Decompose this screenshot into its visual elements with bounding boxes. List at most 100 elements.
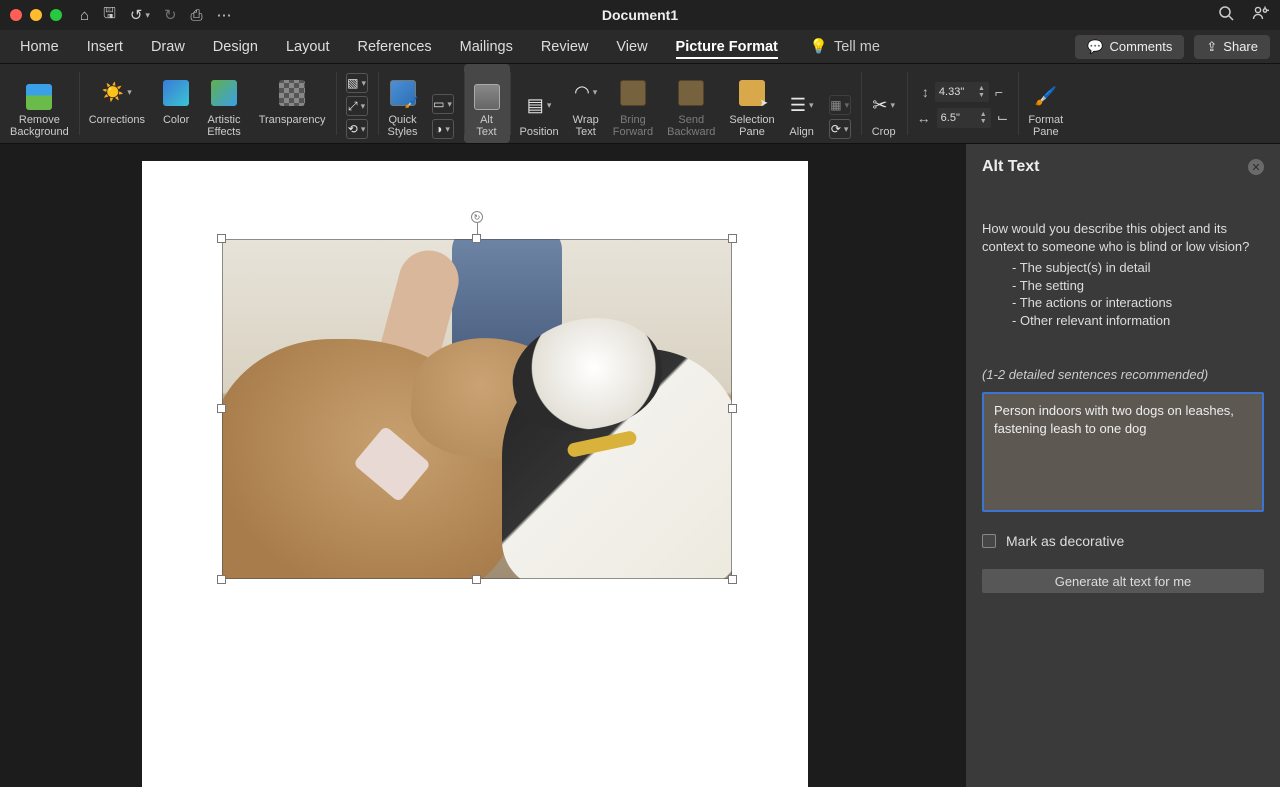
send-backward-button[interactable]: Send Backward bbox=[667, 80, 715, 139]
resize-handle-s[interactable] bbox=[472, 575, 481, 584]
tab-references[interactable]: References bbox=[343, 30, 445, 63]
tab-layout[interactable]: Layout bbox=[272, 30, 344, 63]
adjust-group: ☀️▾Corrections Color Artistic Effects Tr… bbox=[79, 64, 336, 143]
tab-tell-me[interactable]: 💡 Tell me bbox=[796, 30, 894, 63]
zoom-window-icon[interactable] bbox=[50, 9, 62, 21]
color-label: Color bbox=[163, 114, 189, 127]
document-title: Document1 bbox=[602, 7, 678, 23]
crop-label: Crop bbox=[872, 126, 896, 139]
align-button[interactable]: ☰▾Align bbox=[789, 92, 815, 139]
tab-home[interactable]: Home bbox=[6, 30, 73, 63]
selection-pane-button[interactable]: ➤Selection Pane bbox=[729, 80, 774, 139]
resize-handle-n[interactable] bbox=[472, 234, 481, 243]
ribbon-tabs: Home Insert Draw Design Layout Reference… bbox=[0, 30, 1280, 64]
crop-mark-top-icon: ⌐ bbox=[995, 84, 1003, 100]
print-icon[interactable]: ⎙ bbox=[191, 7, 203, 24]
position-button[interactable]: ▤▾Position bbox=[520, 92, 559, 139]
resize-handle-e[interactable] bbox=[728, 404, 737, 413]
bring-forward-button[interactable]: Bring Forward bbox=[613, 80, 653, 139]
bring-forward-label: Bring Forward bbox=[613, 114, 653, 139]
page: ↻ bbox=[142, 161, 808, 787]
comments-label: Comments bbox=[1110, 39, 1173, 54]
generate-alt-text-button[interactable]: Generate alt text for me bbox=[982, 569, 1264, 593]
minimize-window-icon[interactable] bbox=[30, 9, 42, 21]
picture-tools-group: ▧▾ ⤢▾ ⟲▾ bbox=[336, 64, 378, 143]
selected-picture[interactable]: ↻ bbox=[222, 239, 732, 579]
transparency-button[interactable]: Transparency bbox=[259, 80, 326, 139]
reset-picture-icon[interactable]: ⟲▾ bbox=[346, 119, 368, 139]
search-icon[interactable] bbox=[1218, 5, 1234, 26]
size-group: ↕ 4.33"▲▼ ⌐ ↔ 6.5"▲▼ ⌙ bbox=[907, 64, 1019, 143]
remove-bg-label: Remove Background bbox=[10, 114, 69, 139]
alt-text-button[interactable]: Alt Text bbox=[464, 64, 510, 143]
prompt-bullet: Other relevant information bbox=[1012, 312, 1264, 330]
rotate-icon[interactable]: ⟳▾ bbox=[829, 119, 851, 139]
resize-handle-w[interactable] bbox=[217, 404, 226, 413]
crop-group: ✂▾Crop bbox=[861, 64, 907, 143]
selection-outline bbox=[222, 239, 732, 579]
decorative-label: Mark as decorative bbox=[1006, 533, 1124, 549]
redo-icon[interactable]: ↻ bbox=[164, 6, 177, 24]
tab-mailings[interactable]: Mailings bbox=[446, 30, 527, 63]
transparency-label: Transparency bbox=[259, 114, 326, 127]
close-pane-icon[interactable]: ✕ bbox=[1248, 159, 1264, 175]
alt-text-input[interactable] bbox=[982, 392, 1264, 512]
more-icon[interactable]: ⋯ bbox=[217, 6, 232, 24]
close-window-icon[interactable] bbox=[10, 9, 22, 21]
crop-mark-bottom-icon: ⌙ bbox=[997, 109, 1009, 126]
resize-handle-nw[interactable] bbox=[217, 234, 226, 243]
change-picture-icon[interactable]: ⤢▾ bbox=[346, 96, 368, 116]
resize-handle-se[interactable] bbox=[728, 575, 737, 584]
prompt-bullet: The subject(s) in detail bbox=[1012, 259, 1264, 277]
quick-styles-label: Quick Styles bbox=[388, 114, 418, 139]
rotate-handle[interactable]: ↻ bbox=[471, 211, 483, 223]
tab-view[interactable]: View bbox=[602, 30, 661, 63]
wrap-text-button[interactable]: ◠▾Wrap Text bbox=[573, 80, 599, 139]
tab-draw[interactable]: Draw bbox=[137, 30, 199, 63]
send-backward-label: Send Backward bbox=[667, 114, 715, 139]
alt-text-label: Alt Text bbox=[476, 114, 496, 139]
corrections-button[interactable]: ☀️▾Corrections bbox=[89, 80, 145, 139]
align-label: Align bbox=[789, 126, 813, 139]
position-label: Position bbox=[520, 126, 559, 139]
share-people-icon[interactable] bbox=[1252, 5, 1270, 26]
tell-me-label: Tell me bbox=[834, 39, 880, 55]
format-pane-button[interactable]: 🖌️ Format Pane bbox=[1018, 64, 1073, 143]
crop-button[interactable]: ✂▾Crop bbox=[871, 92, 897, 139]
ribbon: Remove Background ☀️▾Corrections Color A… bbox=[0, 64, 1280, 144]
resize-handle-ne[interactable] bbox=[728, 234, 737, 243]
tab-insert[interactable]: Insert bbox=[73, 30, 137, 63]
decorative-checkbox[interactable] bbox=[982, 534, 996, 548]
tab-review[interactable]: Review bbox=[527, 30, 603, 63]
home-icon[interactable]: ⌂ bbox=[80, 7, 89, 24]
width-input[interactable]: 6.5"▲▼ bbox=[937, 108, 991, 128]
artistic-effects-button[interactable]: Artistic Effects bbox=[207, 80, 240, 139]
bulb-icon: 💡 bbox=[810, 38, 828, 55]
wrap-text-label: Wrap Text bbox=[573, 114, 599, 139]
tab-picture-format[interactable]: Picture Format bbox=[662, 30, 792, 63]
undo-icon[interactable]: ↺▾ bbox=[130, 6, 150, 24]
compress-pictures-icon[interactable]: ▧▾ bbox=[346, 73, 368, 93]
share-label: Share bbox=[1223, 39, 1258, 54]
height-input[interactable]: 4.33"▲▼ bbox=[935, 82, 989, 102]
color-button[interactable]: Color bbox=[163, 80, 189, 139]
height-icon: ↕ bbox=[922, 84, 929, 100]
corrections-label: Corrections bbox=[89, 114, 145, 127]
alt-text-prompt: How would you describe this object and i… bbox=[982, 220, 1264, 329]
title-bar: ⌂ 🖫 ↺▾ ↻ ⎙ ⋯ Document1 bbox=[0, 0, 1280, 30]
picture-effects-icon[interactable]: ◑▾ bbox=[432, 119, 454, 139]
document-area: ↻ bbox=[0, 144, 966, 787]
picture-border-icon[interactable]: ▭▾ bbox=[432, 94, 454, 114]
resize-handle-sw[interactable] bbox=[217, 575, 226, 584]
pane-title: Alt Text bbox=[982, 158, 1039, 176]
comment-icon: 💬 bbox=[1087, 39, 1103, 55]
comments-button[interactable]: 💬 Comments bbox=[1075, 35, 1184, 59]
tab-design[interactable]: Design bbox=[199, 30, 272, 63]
group-icon[interactable]: ▦▾ bbox=[829, 95, 851, 115]
quick-styles-button[interactable]: 🖌️Quick Styles bbox=[388, 80, 418, 139]
save-icon[interactable]: 🖫 bbox=[103, 3, 116, 28]
share-button[interactable]: ⇪Share bbox=[1194, 35, 1270, 59]
artistic-label: Artistic Effects bbox=[207, 114, 240, 139]
remove-background-button[interactable]: Remove Background bbox=[0, 64, 79, 143]
recommendation-hint: (1-2 detailed sentences recommended) bbox=[982, 367, 1264, 382]
